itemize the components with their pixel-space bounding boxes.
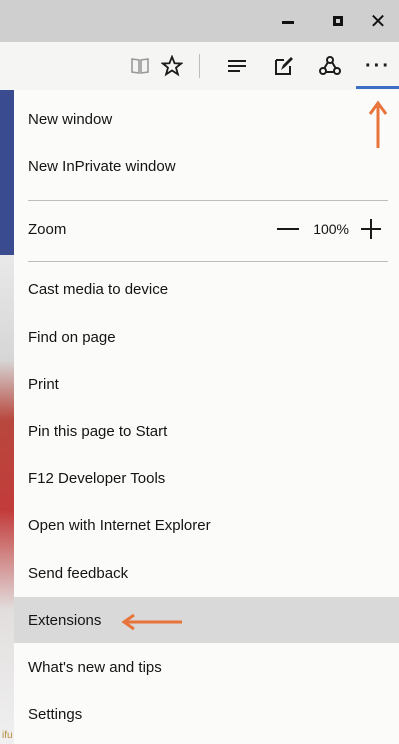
zoom-controls: 100% — [277, 206, 381, 252]
minimize-button[interactable] — [268, 0, 308, 42]
favorite-star-icon — [161, 55, 183, 77]
page-edge-text: ifu — [2, 730, 13, 741]
favorite-button[interactable] — [156, 50, 188, 82]
menu-item-zoom: Zoom 100% — [14, 206, 399, 252]
menu-separator — [28, 261, 388, 262]
share-icon — [319, 56, 341, 75]
menu-item-print[interactable]: Print — [14, 361, 399, 407]
zoom-out-button[interactable] — [277, 228, 300, 230]
maximize-button[interactable] — [318, 0, 358, 42]
zoom-value: 100% — [313, 221, 349, 237]
hub-button[interactable] — [221, 50, 253, 82]
browser-toolbar: ··· — [0, 42, 399, 90]
menu-item-label: Send feedback — [28, 564, 129, 582]
menu-item-settings[interactable]: Settings — [14, 691, 399, 737]
menu-item-extensions[interactable]: Extensions — [14, 597, 399, 643]
menu-item-label: Find on page — [28, 328, 116, 346]
menu-item-label: Open with Internet Explorer — [28, 516, 211, 534]
hub-icon — [228, 60, 246, 72]
zoom-in-button[interactable] — [361, 219, 381, 239]
reading-view-button[interactable] — [124, 50, 156, 82]
web-note-icon — [275, 57, 293, 75]
web-note-button[interactable] — [268, 50, 300, 82]
menu-item-open-with-ie[interactable]: Open with Internet Explorer — [14, 502, 399, 548]
more-actions-active-indicator — [356, 86, 399, 89]
minimize-icon — [282, 20, 294, 24]
close-button[interactable]: ✕ — [358, 0, 398, 42]
menu-item-label: F12 Developer Tools — [28, 469, 166, 487]
reading-view-icon — [131, 58, 149, 74]
title-bar: ✕ — [0, 0, 399, 42]
more-actions-menu: New window New InPrivate window Zoom 100… — [14, 90, 399, 744]
maximize-icon — [333, 16, 343, 26]
close-icon: ✕ — [369, 10, 387, 33]
menu-item-label: What's new and tips — [28, 658, 162, 676]
menu-item-label: Pin this page to Start — [28, 422, 168, 440]
share-button[interactable] — [314, 50, 346, 82]
menu-item-whats-new[interactable]: What's new and tips — [14, 644, 399, 690]
menu-item-developer-tools[interactable]: F12 Developer Tools — [14, 455, 399, 501]
zoom-label: Zoom — [28, 220, 67, 238]
menu-item-label: Settings — [28, 705, 83, 723]
menu-item-label: Print — [28, 375, 59, 393]
menu-item-label: New window — [28, 110, 113, 128]
menu-separator — [28, 200, 388, 201]
menu-item-cast-media[interactable]: Cast media to device — [14, 266, 399, 312]
toolbar-divider — [199, 54, 200, 78]
menu-item-new-window[interactable]: New window — [14, 96, 399, 142]
menu-item-find-on-page[interactable]: Find on page — [14, 314, 399, 360]
more-actions-icon: ··· — [365, 54, 391, 77]
annotation-arrow-left-icon — [121, 613, 182, 631]
menu-item-label: New InPrivate window — [28, 157, 176, 175]
more-actions-button[interactable]: ··· — [362, 50, 394, 82]
menu-item-new-inprivate-window[interactable]: New InPrivate window — [14, 143, 399, 189]
menu-item-pin-to-start[interactable]: Pin this page to Start — [14, 408, 399, 454]
annotation-arrow-up-icon — [368, 100, 388, 148]
background-page-strip — [0, 90, 14, 744]
menu-item-send-feedback[interactable]: Send feedback — [14, 550, 399, 596]
menu-item-label: Extensions — [28, 611, 102, 629]
menu-item-label: Cast media to device — [28, 280, 169, 298]
